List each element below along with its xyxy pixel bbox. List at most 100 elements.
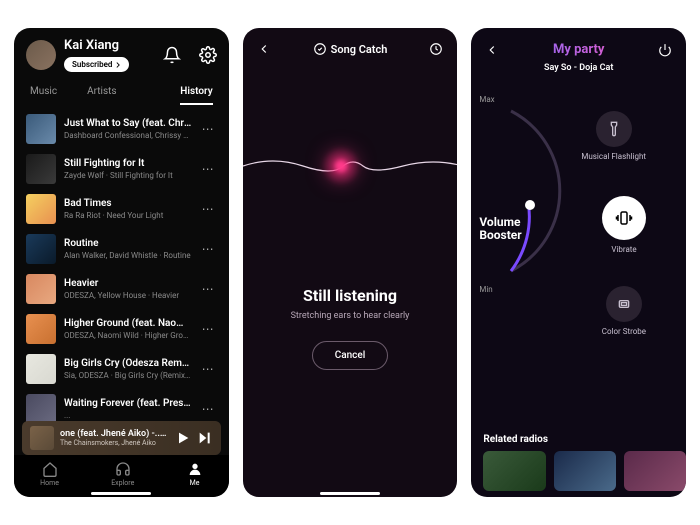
- listening-sub: Stretching ears to hear clearly: [243, 311, 458, 321]
- radio-card[interactable]: [554, 451, 616, 491]
- track-row[interactable]: Bad Times Ra Ra Riot · Need Your Light ⋯: [14, 189, 229, 229]
- track-more-icon[interactable]: ⋯: [200, 402, 217, 416]
- option-strobe-label: Color Strobe: [602, 327, 646, 336]
- listening-heading: Still listening: [243, 286, 458, 305]
- volume-arc[interactable]: [471, 101, 581, 281]
- next-icon[interactable]: [197, 430, 213, 446]
- target-icon: [313, 42, 327, 56]
- tab-music[interactable]: Music: [30, 86, 57, 105]
- option-vibrate[interactable]: Vibrate: [602, 196, 646, 254]
- related-radios[interactable]: [483, 451, 686, 491]
- vibrate-icon: [615, 209, 633, 227]
- party-controls: Max Min Volume Booster Musical Flashligh…: [471, 91, 686, 497]
- person-icon: [187, 461, 203, 477]
- track-more-icon[interactable]: ⋯: [200, 362, 217, 376]
- nav-me[interactable]: Me: [187, 461, 203, 487]
- tab-artists[interactable]: Artists: [87, 86, 116, 105]
- track-art: [26, 234, 56, 264]
- cancel-button[interactable]: Cancel: [312, 341, 389, 370]
- strobe-icon: [616, 296, 632, 312]
- party-track: Say So - Doja Cat: [471, 63, 686, 73]
- track-more-icon[interactable]: ⋯: [200, 242, 217, 256]
- party-screen: My party Say So - Doja Cat Max Min Volum…: [471, 28, 686, 497]
- now-playing-bar[interactable]: one (feat. Jhené Aiko) -... Wa The Chain…: [22, 421, 221, 455]
- track-row[interactable]: Routine Alan Walker, David Whistle · Rout…: [14, 229, 229, 269]
- related-section: Related radios: [483, 434, 686, 491]
- track-title: Bad Times: [64, 198, 192, 209]
- song-catch-header: Song Catch: [243, 28, 458, 56]
- track-sub: ...: [64, 411, 192, 420]
- profile-header: Kai Xiang Subscribed: [14, 28, 229, 78]
- track-art: [26, 354, 56, 384]
- song-catch-title: Song Catch: [331, 43, 388, 56]
- radio-card[interactable]: [483, 451, 545, 491]
- nav-me-label: Me: [190, 479, 200, 487]
- track-art: [26, 154, 56, 184]
- track-sub: ODESZA, Yellow House · Heavier: [64, 291, 192, 300]
- settings-icon[interactable]: [199, 46, 217, 64]
- option-vibrate-label: Vibrate: [611, 245, 636, 254]
- option-flashlight[interactable]: Musical Flashlight: [581, 111, 646, 161]
- track-sub: Alan Walker, David Whistle · Routine: [64, 251, 192, 260]
- track-row[interactable]: Higher Ground (feat. Naomi Wild) ODESZA, …: [14, 309, 229, 349]
- notifications-icon[interactable]: [163, 46, 181, 64]
- nav-explore[interactable]: Explore: [111, 461, 134, 487]
- now-playing-art: [30, 426, 54, 450]
- track-art: [26, 194, 56, 224]
- track-title: Routine: [64, 238, 192, 249]
- play-icon[interactable]: [175, 430, 191, 446]
- track-row[interactable]: Just What to Say (feat. Chrissy Co... Das…: [14, 109, 229, 149]
- library-screen: Kai Xiang Subscribed Music Artists Histo…: [14, 28, 229, 497]
- track-row[interactable]: Heavier ODESZA, Yellow House · Heavier ⋯: [14, 269, 229, 309]
- track-more-icon[interactable]: ⋯: [200, 122, 217, 136]
- track-art: [26, 274, 56, 304]
- track-row[interactable]: Still Fighting for It Zayde Wølf · Still …: [14, 149, 229, 189]
- power-icon[interactable]: [658, 43, 672, 57]
- track-more-icon[interactable]: ⋯: [200, 282, 217, 296]
- back-icon[interactable]: [257, 42, 271, 56]
- nav-explore-label: Explore: [111, 479, 134, 487]
- track-art: [26, 114, 56, 144]
- track-sub: Dashboard Confessional, Chrissy Costanza…: [64, 131, 192, 140]
- song-catch-screen: Song Catch Still listening Stretching ea…: [243, 28, 458, 497]
- option-strobe[interactable]: Color Strobe: [602, 286, 646, 336]
- track-title: Higher Ground (feat. Naomi Wild): [64, 318, 192, 329]
- history-icon[interactable]: [429, 42, 443, 56]
- listening-visualizer: [243, 96, 458, 236]
- track-more-icon[interactable]: ⋯: [200, 162, 217, 176]
- track-sub: Zayde Wølf · Still Fighting for It: [64, 171, 192, 180]
- track-sub: Sia, ODESZA · Big Girls Cry (Remixes): [64, 371, 192, 380]
- track-title: Heavier: [64, 278, 192, 289]
- track-title: Just What to Say (feat. Chrissy Co...: [64, 118, 192, 129]
- volume-min-label: Min: [479, 285, 492, 294]
- track-art: [26, 394, 56, 424]
- chevron-right-icon: [115, 62, 121, 68]
- flashlight-icon: [606, 121, 622, 137]
- nav-home-label: Home: [40, 479, 59, 487]
- back-icon[interactable]: [485, 43, 499, 57]
- home-indicator: [320, 492, 380, 495]
- now-playing-artist: The Chainsmokers, Jhené Aiko: [60, 439, 169, 447]
- option-flashlight-label: Musical Flashlight: [581, 152, 646, 161]
- user-name: Kai Xiang: [64, 38, 129, 53]
- tab-history[interactable]: History: [180, 86, 212, 105]
- track-title: Waiting Forever (feat. Preston.): [64, 398, 192, 409]
- bottom-nav: Home Explore Me: [14, 455, 229, 497]
- volume-booster-label: Volume Booster: [479, 216, 521, 242]
- home-indicator: [91, 492, 151, 495]
- library-tabs: Music Artists History: [14, 78, 229, 105]
- track-more-icon[interactable]: ⋯: [200, 202, 217, 216]
- subscribed-pill[interactable]: Subscribed: [64, 57, 129, 72]
- track-title: Still Fighting for It: [64, 158, 192, 169]
- track-row[interactable]: Big Girls Cry (Odesza Remix)Sia, ODESZA …: [14, 349, 229, 389]
- radio-card[interactable]: [624, 451, 686, 491]
- track-sub: Ra Ra Riot · Need Your Light: [64, 211, 192, 220]
- related-heading: Related radios: [483, 434, 686, 445]
- track-more-icon[interactable]: ⋯: [200, 322, 217, 336]
- subscribed-label: Subscribed: [72, 60, 112, 69]
- nav-home[interactable]: Home: [40, 461, 59, 487]
- track-sub: ODESZA, Naomi Wild · Higher Ground: [64, 331, 192, 340]
- party-title: My party: [499, 42, 658, 57]
- home-icon: [42, 461, 58, 477]
- avatar[interactable]: [26, 40, 56, 70]
